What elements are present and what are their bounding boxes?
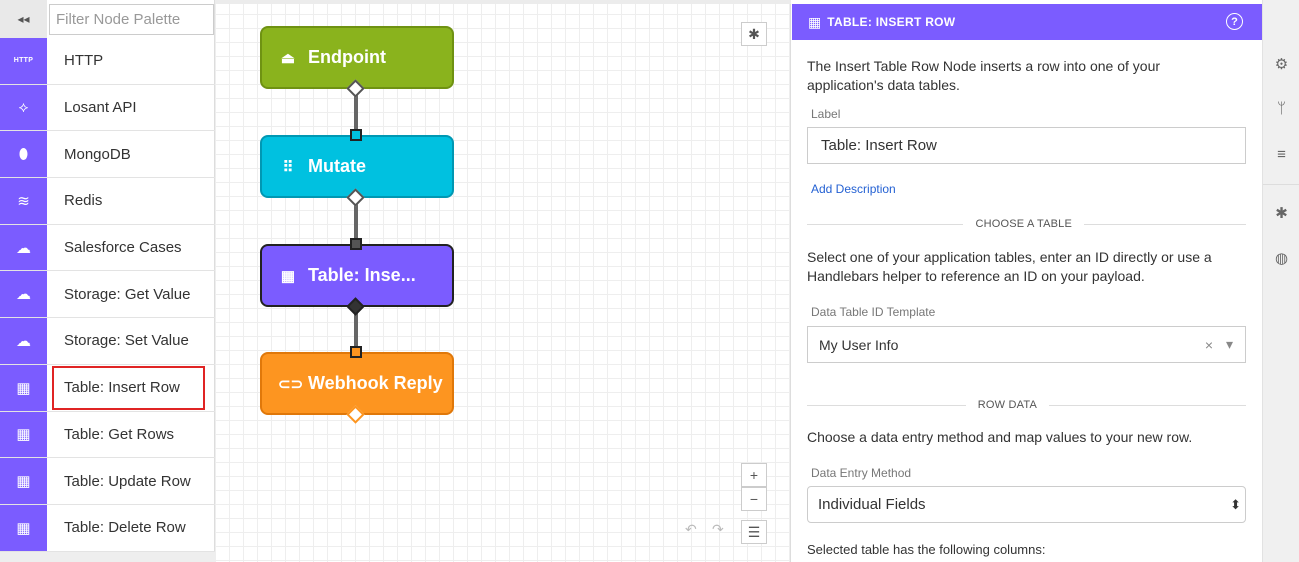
cloud-download-icon: ☁ [0,271,47,318]
palette-node-label: Table: Insert Row [51,365,206,411]
palette-node-item[interactable]: ⬮ MongoDB [0,131,215,179]
table-id-select[interactable]: My User Info × ▾ [807,326,1246,363]
zoom-out-button[interactable]: − [741,487,767,511]
entry-method-select[interactable]: Individual Fields ⬍ [807,486,1246,523]
section-title: CHOOSE A TABLE [975,218,1072,230]
label-input[interactable]: Table: Insert Row [807,127,1246,164]
choose-table-instructions: Select one of your application tables, e… [807,249,1212,284]
losant-icon: ⟡ [0,84,47,131]
input-port[interactable] [350,129,362,141]
table-delete-icon: ▦ [0,504,47,551]
flow-node-table-insert[interactable]: ▦ Table: Inse... [260,244,454,307]
table-get-icon: ▦ [0,411,47,458]
globe-icon[interactable]: ◍ [1263,249,1299,267]
debug-icon[interactable]: ✱ [1263,204,1299,222]
add-description-link[interactable]: Add Description [811,182,896,196]
palette-node-item[interactable]: ☁ Salesforce Cases [0,224,215,272]
table-update-icon: ▦ [0,458,47,504]
palette-node-item[interactable]: HTTP HTTP [0,38,215,85]
properties-header: ▦ TABLE: INSERT ROW ? [792,4,1262,40]
input-port[interactable] [350,346,362,358]
canvas-top-border [215,0,791,4]
flow-node-label: Endpoint [308,47,386,67]
canvas-menu-button[interactable]: ☰ [741,520,767,544]
node-description: The Insert Table Row Node inserts a row … [807,58,1161,93]
palette-node-item[interactable]: ⟡ Losant API [0,84,215,132]
palette-node-label: Table: Update Row [64,472,191,490]
right-tool-rail: ⚙ ᛘ ≡ ✱ ◍ [1262,0,1299,562]
palette-node-item[interactable]: ▦ Table: Delete Row [0,504,215,552]
palette-node-label: MongoDB [64,145,131,163]
label-caption: Label [811,107,841,121]
palette-node-item[interactable]: ≋ Redis [0,178,215,225]
http-icon-text: HTTP [13,57,34,65]
palette-node-label: Storage: Set Value [64,332,189,350]
palette-node-item[interactable]: ▦ Table: Insert Row [0,364,215,412]
redo-icon[interactable]: ↷ [712,521,724,538]
table-icon: ▦ [280,267,296,285]
palette-node-label: HTTP [64,52,104,70]
palette-scroll-track[interactable] [0,552,215,562]
palette-node-item[interactable]: ☁ Storage: Get Value [0,271,215,319]
table-icon: ▦ [808,13,822,30]
table-id-caption: Data Table ID Template [811,305,936,319]
table-id-value: My User Info [819,336,899,353]
section-title: ROW DATA [977,399,1037,411]
flow-node-label: Webhook Reply [308,373,443,393]
palette-node-label: Table: Get Rows [64,425,175,443]
mutate-icon: ⠿ [282,158,294,176]
palette-node-item[interactable]: ▦ Table: Get Rows [0,411,215,459]
table-insert-icon: ▦ [0,364,47,411]
debug-toggle-button[interactable]: ✱ [741,22,767,46]
redis-stack-icon: ≋ [0,178,47,224]
cloud-upload-icon: ☁ [0,318,47,364]
flow-node-mutate[interactable]: ⠿ Mutate [260,135,454,198]
palette-node-label: Salesforce Cases [64,239,182,257]
palette-node-label: Storage: Get Value [64,285,191,303]
clear-icon[interactable]: × [1205,337,1213,353]
collapse-palette-button[interactable]: ◂◂ [0,0,47,38]
row-data-section-header: ROW DATA [807,398,1246,412]
flow-node-label: Table: Inse... [308,265,416,285]
branch-icon[interactable]: ᛘ [1263,100,1299,117]
filter-node-palette-input[interactable] [49,4,214,35]
mongodb-leaf-icon: ⬮ [0,131,47,178]
palette-node-label: Losant API [64,99,137,117]
flow-node-label: Mutate [308,156,366,176]
node-palette: ◂◂ HTTP HTTP ⟡ Losant API ⬮ MongoDB ≋ Redis ☁ Sal… [0,0,215,562]
row-data-instructions: Choose a data entry method and map value… [807,429,1193,445]
properties-title: TABLE: INSERT ROW [827,15,956,29]
entry-method-caption: Data Entry Method [811,466,912,480]
entry-method-value: Individual Fields [818,496,926,513]
flow-node-webhook-reply[interactable]: ⊂⊃ Webhook Reply [260,352,454,415]
database-icon[interactable]: ≡ [1263,146,1299,163]
workflow-canvas[interactable]: ⏏ Endpoint ⠿ Mutate ▦ Table: Inse... ⊂⊃ … [215,0,791,562]
choose-table-section-header: CHOOSE A TABLE [807,217,1246,231]
palette-node-item[interactable]: ▦ Table: Update Row [0,458,215,505]
zoom-in-button[interactable]: + [741,463,767,487]
help-icon[interactable]: ? [1226,13,1243,30]
gear-icon[interactable]: ⚙ [1263,55,1299,73]
link-icon: ⊂⊃ [278,375,304,393]
palette-node-label: Redis [64,192,103,210]
input-port[interactable] [350,238,362,250]
salesforce-cloud-icon: ☁ [0,224,47,271]
palette-node-item[interactable]: ☁ Storage: Set Value [0,318,215,365]
http-icon: HTTP [0,38,47,84]
select-arrows-icon: ⬍ [1230,496,1241,512]
palette-node-label: Table: Delete Row [64,519,186,537]
undo-icon[interactable]: ↶ [685,521,697,538]
chevron-down-icon[interactable]: ▾ [1226,336,1233,353]
endpoint-icon: ⏏ [280,49,296,67]
palette-toolbar: ◂◂ [0,0,215,38]
node-properties-panel: ▦ TABLE: INSERT ROW ? The Insert Table R… [792,0,1262,562]
palette-node-list: HTTP HTTP ⟡ Losant API ⬮ MongoDB ≋ Redis ☁ Salesf… [0,38,215,552]
flow-node-endpoint[interactable]: ⏏ Endpoint [260,26,454,89]
columns-text: Selected table has the following columns… [807,542,1046,557]
rail-divider [1263,184,1299,185]
